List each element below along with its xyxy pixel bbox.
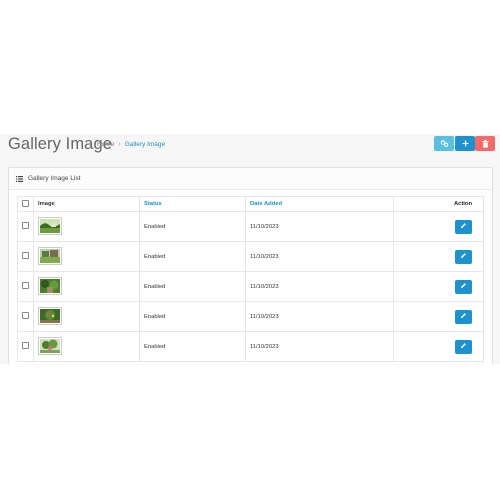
- breadcrumb-separator-icon: ›: [118, 141, 121, 148]
- date-added-cell: 11/10/2023: [245, 301, 394, 332]
- row-select-cell: [17, 301, 34, 332]
- garden-image-icon: [40, 338, 60, 353]
- image-cell: [33, 241, 140, 272]
- row-checkbox[interactable]: [22, 252, 29, 259]
- list-icon: [16, 175, 23, 182]
- action-cell: [393, 331, 484, 362]
- date-added-cell: 11/10/2023: [245, 331, 394, 362]
- filter-icon: [440, 140, 448, 148]
- plus-icon: [462, 140, 468, 147]
- edit-button[interactable]: [455, 309, 472, 324]
- action-cell: [393, 211, 484, 242]
- panel-body: Image Status Date Added Action Enabled 1…: [17, 196, 484, 362]
- admin-app: Gallery Image Home › Gallery Image Galle…: [0, 134, 500, 364]
- table-header-row: Image Status Date Added Action: [17, 196, 484, 212]
- status-cell: Enabled: [139, 211, 246, 242]
- column-header-action: Action: [393, 196, 484, 212]
- filter-button[interactable]: [434, 136, 454, 151]
- edit-button[interactable]: [455, 249, 472, 264]
- image-cell: [33, 331, 140, 362]
- gallery-thumbnail: [38, 276, 62, 295]
- image-cell: [33, 211, 140, 242]
- pencil-icon: [461, 313, 466, 319]
- panel-heading: Gallery Image List: [9, 168, 492, 190]
- pencil-icon: [461, 223, 466, 229]
- table-row: Enabled 11/10/2023: [17, 211, 484, 242]
- column-header-image: Image: [33, 196, 140, 212]
- gallery-image-table: Image Status Date Added Action Enabled 1…: [17, 196, 484, 362]
- gallery-thumbnail: [38, 216, 62, 235]
- gallery-image-panel: Gallery Image List Image Status Date Add…: [8, 167, 493, 364]
- pencil-icon: [461, 283, 466, 289]
- breadcrumb-home[interactable]: Home: [97, 140, 114, 150]
- garden-image-icon: [40, 218, 60, 233]
- edit-button[interactable]: [455, 279, 472, 294]
- breadcrumb-gallery-image[interactable]: Gallery Image: [125, 140, 165, 150]
- garden-image-icon: [40, 248, 60, 263]
- pencil-icon: [461, 343, 466, 349]
- status-cell: Enabled: [139, 301, 246, 332]
- edit-button[interactable]: [455, 339, 472, 354]
- row-select-cell: [17, 241, 34, 272]
- row-select-cell: [17, 211, 34, 242]
- garden-image-icon: [40, 308, 60, 323]
- row-select-cell: [17, 331, 34, 362]
- table-row: Enabled 11/10/2023: [17, 301, 484, 332]
- delete-button[interactable]: [475, 136, 495, 151]
- select-all-checkbox[interactable]: [22, 199, 29, 207]
- table-row: Enabled 11/10/2023: [17, 271, 484, 302]
- trash-icon: [482, 139, 488, 148]
- garden-image-icon: [40, 278, 60, 293]
- action-cell: [393, 241, 484, 272]
- row-checkbox[interactable]: [22, 342, 29, 349]
- date-added-cell: 11/10/2023: [245, 271, 394, 302]
- breadcrumb: Home › Gallery Image: [97, 140, 165, 150]
- gallery-thumbnail: [38, 246, 62, 265]
- panel-title: Gallery Image List: [28, 175, 81, 182]
- row-checkbox[interactable]: [22, 222, 29, 229]
- edit-button[interactable]: [455, 219, 472, 234]
- row-checkbox[interactable]: [22, 282, 29, 289]
- image-cell: [33, 271, 140, 302]
- page-header: Gallery Image Home › Gallery Image: [0, 134, 500, 162]
- gallery-thumbnail: [38, 306, 62, 325]
- pencil-icon: [461, 253, 466, 259]
- status-cell: Enabled: [139, 241, 246, 272]
- gallery-thumbnail: [38, 336, 62, 355]
- action-cell: [393, 271, 484, 302]
- column-header-status[interactable]: Status: [139, 196, 246, 212]
- action-cell: [393, 301, 484, 332]
- row-select-cell: [17, 271, 34, 302]
- date-added-cell: 11/10/2023: [245, 211, 394, 242]
- select-all-cell: [17, 196, 34, 212]
- image-cell: [33, 301, 140, 332]
- status-cell: Enabled: [139, 331, 246, 362]
- status-cell: Enabled: [139, 271, 246, 302]
- date-added-cell: 11/10/2023: [245, 241, 394, 272]
- column-header-date-added[interactable]: Date Added: [245, 196, 394, 212]
- table-row: Enabled 11/10/2023: [17, 241, 484, 272]
- table-row: Enabled 11/10/2023: [17, 331, 484, 362]
- add-button[interactable]: [455, 136, 475, 151]
- row-checkbox[interactable]: [22, 312, 29, 319]
